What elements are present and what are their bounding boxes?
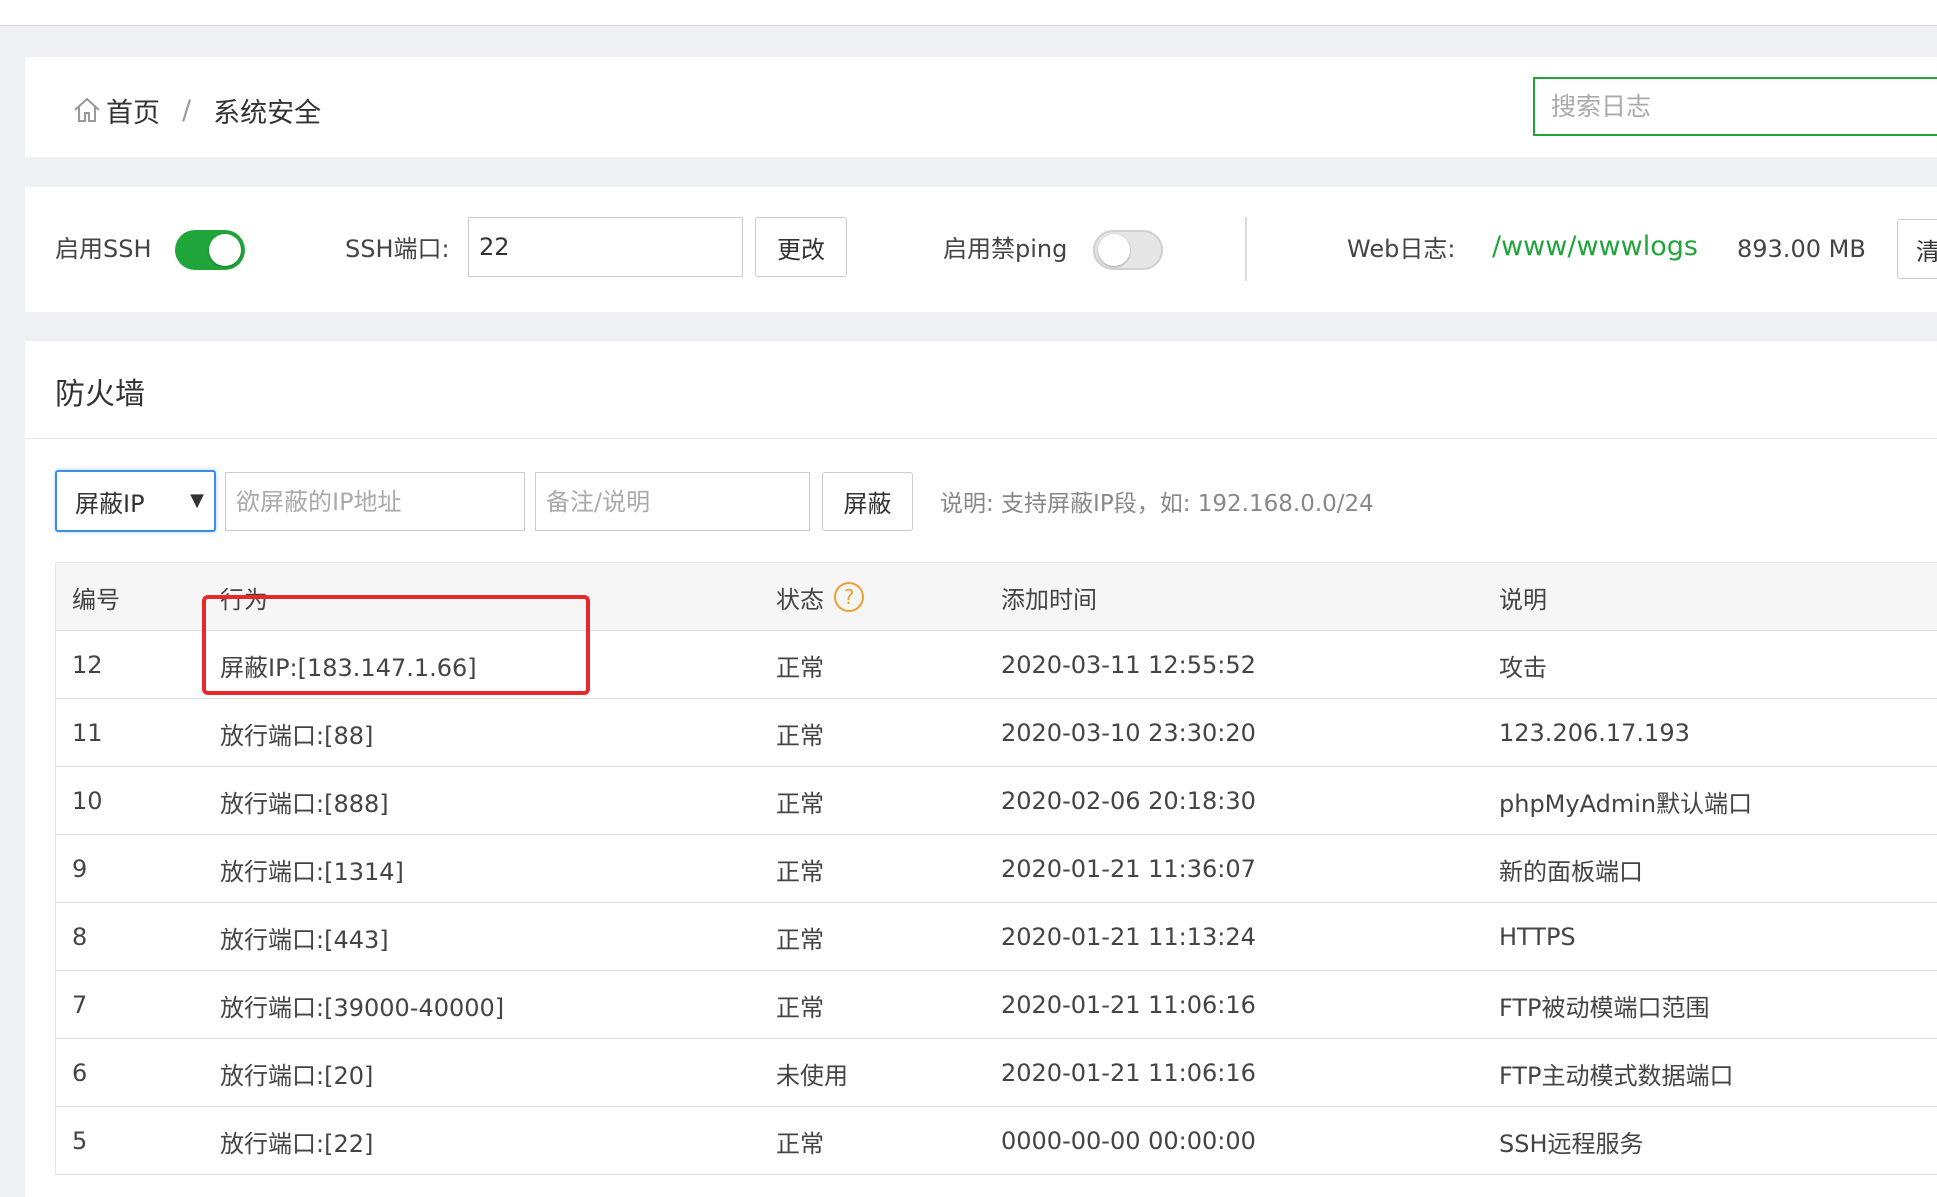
row-note: SSH远程服务 (1499, 1129, 1644, 1158)
note-input[interactable] (546, 487, 799, 516)
ping-toggle[interactable] (1093, 230, 1163, 270)
top-bar (0, 0, 1937, 26)
row-status: 正常 (776, 925, 824, 954)
row-id: 8 (72, 923, 88, 951)
col-status: 状态 ? (776, 563, 864, 631)
row-note: HTTPS (1499, 923, 1576, 951)
row-note: phpMyAdmin默认端口 (1499, 789, 1753, 818)
table-row[interactable]: 6 放行端口:[20] 未使用 2020-01-21 11:06:16 FTP主… (56, 1039, 1937, 1107)
row-note: FTP主动模式数据端口 (1499, 1061, 1734, 1090)
highlight-box (202, 595, 590, 695)
row-status: 正常 (776, 653, 824, 682)
row-note: 攻击 (1499, 653, 1547, 682)
table-row[interactable]: 5 放行端口:[22] 正常 0000-00-00 00:00:00 SSH远程… (56, 1107, 1937, 1175)
row-status: 正常 (776, 993, 824, 1022)
row-status: 正常 (776, 857, 824, 886)
table-row[interactable]: 9 放行端口:[1314] 正常 2020-01-21 11:36:07 新的面… (56, 835, 1937, 903)
weblog-size: 893.00 MB (1737, 235, 1866, 263)
row-note: 123.206.17.193 (1499, 719, 1690, 747)
row-note: 新的面板端口 (1499, 857, 1643, 886)
table-row[interactable]: 7 放行端口:[39000-40000] 正常 2020-01-21 11:06… (56, 971, 1937, 1039)
page: 首页 / 系统安全 启用SSH SSH端口: 22 更改 启用禁ping Web… (0, 0, 1937, 1197)
firewall-panel: 防火墙 屏蔽IP ▼ 屏蔽 说明: 支持屏蔽IP段，如: 192.168.0.0… (25, 341, 1937, 1197)
rule-type-select[interactable]: 屏蔽IP ▼ (55, 470, 216, 532)
search-log-input[interactable] (1551, 92, 1935, 121)
row-status: 正常 (776, 789, 824, 818)
firewall-divider (25, 438, 1937, 439)
row-time: 2020-03-10 23:30:20 (1001, 719, 1256, 747)
ip-field (225, 472, 525, 531)
weblog-path-link[interactable]: /www/wwwlogs (1492, 229, 1698, 265)
weblog-label: Web日志: (1347, 235, 1456, 263)
ssh-port-input[interactable]: 22 (468, 217, 743, 277)
row-id: 9 (72, 855, 88, 883)
ping-toggle-knob (1098, 234, 1130, 266)
help-icon[interactable]: ? (834, 582, 864, 612)
breadcrumb-separator: / (182, 94, 192, 126)
row-action: 放行端口:[88] (220, 721, 374, 750)
row-id: 6 (72, 1059, 88, 1087)
settings-divider (1245, 217, 1247, 281)
row-id: 7 (72, 991, 88, 1019)
settings-panel: 启用SSH SSH端口: 22 更改 启用禁ping Web日志: /www/w… (25, 187, 1937, 312)
row-action: 放行端口:[888] (220, 789, 389, 818)
row-id: 11 (72, 719, 103, 747)
ip-address-input[interactable] (236, 487, 514, 516)
col-id: 编号 (72, 585, 120, 614)
ping-label: 启用禁ping (943, 235, 1068, 263)
row-note: FTP被动模端口范围 (1499, 993, 1710, 1022)
home-icon[interactable] (72, 95, 102, 125)
row-action: 放行端口:[1314] (220, 857, 404, 886)
row-time: 2020-03-11 12:55:52 (1001, 651, 1256, 679)
row-status: 正常 (776, 1129, 824, 1158)
ssh-label: 启用SSH (55, 235, 152, 263)
ssh-port-label: SSH端口: (345, 235, 450, 263)
row-time: 2020-01-21 11:06:16 (1001, 991, 1256, 1019)
block-hint: 说明: 支持屏蔽IP段，如: 192.168.0.0/24 (940, 491, 1374, 517)
row-id: 5 (72, 1127, 88, 1155)
col-note: 说明 (1499, 585, 1547, 614)
ssh-toggle[interactable] (175, 230, 245, 270)
block-button[interactable]: 屏蔽 (822, 472, 913, 531)
row-status: 正常 (776, 721, 824, 750)
row-time: 0000-00-00 00:00:00 (1001, 1127, 1256, 1155)
row-time: 2020-01-21 11:13:24 (1001, 923, 1256, 951)
note-field (535, 472, 810, 531)
table-row[interactable]: 11 放行端口:[88] 正常 2020-03-10 23:30:20 123.… (56, 699, 1937, 767)
row-time: 2020-01-21 11:36:07 (1001, 855, 1256, 883)
chevron-down-icon: ▼ (190, 490, 204, 511)
row-id: 12 (72, 651, 103, 679)
firewall-title: 防火墙 (55, 377, 145, 412)
col-time: 添加时间 (1001, 585, 1097, 614)
row-action: 放行端口:[443] (220, 925, 389, 954)
breadcrumb: 首页 / 系统安全 (72, 90, 321, 130)
row-action: 放行端口:[22] (220, 1129, 374, 1158)
breadcrumb-current: 系统安全 (213, 97, 322, 129)
search-log-box (1533, 77, 1937, 136)
row-time: 2020-01-21 11:06:16 (1001, 1059, 1256, 1087)
breadcrumb-home[interactable]: 首页 (106, 91, 160, 130)
row-action: 放行端口:[20] (220, 1061, 374, 1090)
row-id: 10 (72, 787, 103, 815)
row-status: 未使用 (776, 1061, 848, 1090)
clear-log-button[interactable]: 清 (1897, 219, 1937, 279)
col-status-label: 状态 (776, 585, 824, 614)
table-row[interactable]: 8 放行端口:[443] 正常 2020-01-21 11:13:24 HTTP… (56, 903, 1937, 971)
row-action: 放行端口:[39000-40000] (220, 993, 505, 1022)
table-row[interactable]: 10 放行端口:[888] 正常 2020-02-06 20:18:30 php… (56, 767, 1937, 835)
change-port-button[interactable]: 更改 (755, 217, 847, 277)
breadcrumb-panel: 首页 / 系统安全 (25, 57, 1937, 157)
ssh-toggle-knob (209, 234, 241, 266)
rule-type-value: 屏蔽IP (75, 489, 145, 518)
row-time: 2020-02-06 20:18:30 (1001, 787, 1256, 815)
